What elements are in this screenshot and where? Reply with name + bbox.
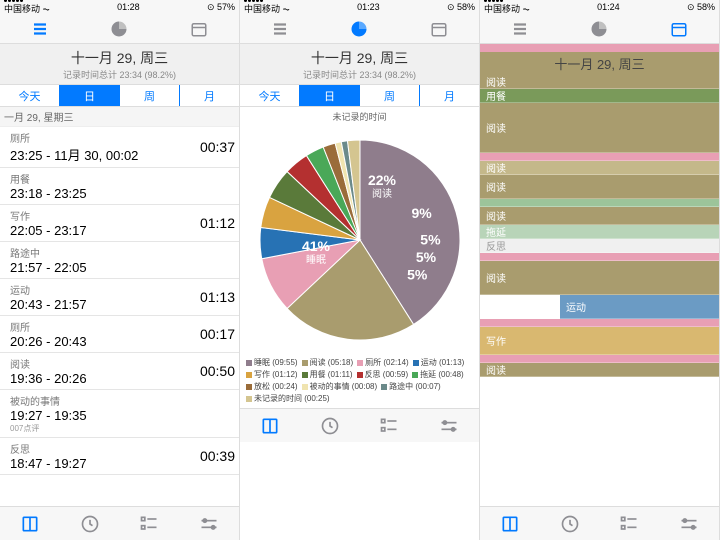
entries-list[interactable]: 厕所23:25 - 11月 30, 00:0200:37用餐23:18 - 23… [0,127,239,506]
list-item[interactable]: 阅读19:36 - 20:2600:50 [0,353,239,390]
timeline-block [480,44,719,52]
timeline-block[interactable]: 阅读 [480,175,719,199]
timeline[interactable]: 阅读用餐阅读阅读阅读阅读拖延反思阅读运动写作阅读 [480,75,719,506]
timeline-block[interactable] [480,153,719,161]
pie-chart: 41%睡眠 22%阅读 9% 5% 5% 5% [240,126,479,354]
svg-text:5%: 5% [415,249,436,265]
tab-week[interactable]: 周 [360,85,420,106]
timeline-block[interactable]: 阅读 [480,161,719,175]
settings-icon[interactable] [196,511,222,537]
tab-day[interactable]: 日 [60,85,120,106]
svg-text:9%: 9% [411,205,432,221]
calendar-icon[interactable] [428,18,450,40]
list-item[interactable]: 运动20:43 - 21:5701:13 [0,279,239,316]
timeline-block[interactable]: 阅读 [480,103,719,153]
timeline-block[interactable]: 阅读 [480,207,719,225]
list-item[interactable]: 厕所20:26 - 20:4300:17 [0,316,239,353]
svg-text:41%: 41% [301,238,330,254]
pie-icon[interactable] [108,18,130,40]
status-bar: 中国移动 ⏦ 01:23 ⊙ 58% [240,0,479,14]
day-label: 一月 29, 星期三 [0,107,239,127]
tab-month[interactable]: 月 [420,85,479,106]
timeline-block[interactable] [480,199,719,207]
date-header: 十一月 29, 周三 记录时间总计 23:34 (98.2%) [240,44,479,85]
timeline-block[interactable]: 阅读 [480,75,719,89]
list-item[interactable]: 用餐23:18 - 23:25 [0,168,239,205]
bottom-bar [480,506,719,540]
pie-icon[interactable] [348,18,370,40]
list-icon[interactable] [269,18,291,40]
top-tabs [0,14,239,44]
clock-icon[interactable] [317,413,343,439]
top-tabs [240,14,479,44]
checklist-icon[interactable] [376,413,402,439]
clock-icon[interactable] [77,511,103,537]
status-bar: 中国移动 ⏦ 01:28 ⊙ 57% [0,0,239,14]
svg-text:22%: 22% [367,172,396,188]
svg-text:5%: 5% [407,267,428,283]
timeline-block[interactable] [480,253,719,261]
bottom-bar [240,408,479,442]
settings-icon[interactable] [676,511,702,537]
checklist-icon[interactable] [616,511,642,537]
tab-today[interactable]: 今天 [0,85,60,106]
screen-list: 中国移动 ⏦ 01:28 ⊙ 57% 十一月 29, 周三 记录时间总计 23:… [0,0,240,540]
svg-text:阅读: 阅读 [372,187,392,200]
pie-title: 未记录的时间 [240,107,479,126]
list-item[interactable]: 被动的事情19:27 - 19:35007点评 [0,390,239,438]
calendar-icon[interactable] [668,18,690,40]
status-bar: 中国移动 ⏦ 01:24 ⊙ 58% [480,0,719,14]
list-item[interactable]: 路途中21:57 - 22:05 [0,242,239,279]
screen-timeline: 中国移动 ⏦ 01:24 ⊙ 58% 十一月 29, 周三 阅读用餐阅读阅读阅读… [480,0,720,540]
book-icon[interactable] [257,413,283,439]
timeline-block[interactable]: 运动 [560,295,719,319]
timeline-block[interactable]: 反思 [480,239,719,253]
checklist-icon[interactable] [136,511,162,537]
tab-month[interactable]: 月 [180,85,239,106]
book-icon[interactable] [497,511,523,537]
pie-legend: 睡眠 (09:55)阅读 (05:18)厕所 (02:14)运动 (01:13)… [240,354,479,408]
list-item[interactable]: 厕所23:25 - 11月 30, 00:0200:37 [0,127,239,168]
pie-icon[interactable] [588,18,610,40]
calendar-icon[interactable] [188,18,210,40]
bottom-bar [0,506,239,540]
timeline-block[interactable] [480,319,719,327]
timeline-block[interactable]: 拖延 [480,225,719,239]
date-header: 十一月 29, 周三 记录时间总计 23:34 (98.2%) [0,44,239,85]
list-item[interactable]: 反思18:47 - 19:2700:39 [0,438,239,475]
period-tabs: 今天 日 周 月 [0,85,239,107]
timeline-block[interactable]: 阅读 [480,363,719,377]
timeline-block[interactable]: 阅读 [480,261,719,295]
timeline-block[interactable]: 写作 [480,327,719,355]
tab-week[interactable]: 周 [120,85,180,106]
timeline-block[interactable] [480,355,719,363]
list-icon[interactable] [509,18,531,40]
timeline-block[interactable]: 用餐 [480,89,719,103]
book-icon[interactable] [17,511,43,537]
clock-icon[interactable] [557,511,583,537]
top-tabs [480,14,719,44]
tab-today[interactable]: 今天 [240,85,300,106]
settings-icon[interactable] [436,413,462,439]
svg-text:睡眠: 睡眠 [306,253,326,266]
period-tabs: 今天 日 周 月 [240,85,479,107]
svg-text:5%: 5% [420,231,441,247]
date-header: 十一月 29, 周三 [480,52,719,75]
tab-day[interactable]: 日 [300,85,360,106]
list-item[interactable]: 写作22:05 - 23:1701:12 [0,205,239,242]
list-icon[interactable] [29,18,51,40]
screen-pie: 中国移动 ⏦ 01:23 ⊙ 58% 十一月 29, 周三 记录时间总计 23:… [240,0,480,540]
